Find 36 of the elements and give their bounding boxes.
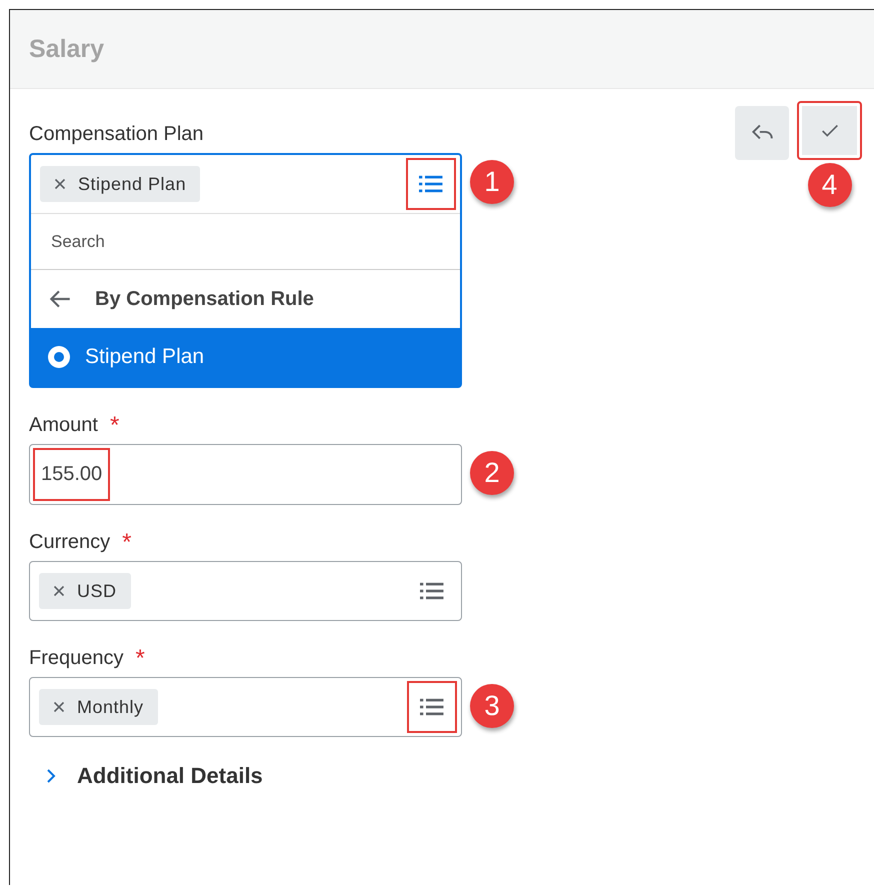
chip-label: Stipend Plan — [78, 174, 186, 194]
field-label: Amount — [29, 414, 98, 437]
select-field[interactable]: USD — [29, 561, 462, 621]
list-button[interactable] — [406, 158, 456, 210]
save-button[interactable] — [797, 101, 862, 160]
list-icon — [419, 174, 443, 194]
remove-icon[interactable] — [54, 178, 66, 190]
callout-badge: 4 — [808, 163, 852, 207]
required-mark: * — [122, 531, 132, 555]
chip-label: USD — [77, 580, 117, 602]
list-icon — [420, 697, 444, 717]
select-field[interactable]: Monthly — [29, 677, 462, 737]
remove-icon[interactable] — [53, 585, 65, 597]
field-label: Currency — [29, 531, 110, 554]
callout-badge: 2 — [470, 451, 514, 495]
list-icon — [420, 581, 444, 601]
field-label: Frequency — [29, 647, 124, 670]
amount-field[interactable]: 155.00 — [29, 444, 462, 505]
field-value: 155.00 — [33, 448, 110, 501]
callout-badge: 1 — [470, 160, 514, 204]
remove-icon[interactable] — [53, 701, 65, 713]
field-label: Compensation Plan — [29, 123, 204, 146]
required-mark: * — [136, 647, 145, 671]
menu-option[interactable]: Stipend Plan — [31, 328, 460, 386]
page-title: Salary — [29, 34, 104, 64]
chevron-icon[interactable] — [45, 768, 57, 784]
chip-label: Monthly — [77, 696, 144, 718]
radio-icon — [47, 345, 71, 369]
select-field[interactable]: Stipend Plan Search By Compensation Rule Stipend Plan — [29, 153, 462, 388]
section-title[interactable]: Additional Details — [77, 763, 263, 789]
search-field[interactable]: Search — [31, 213, 460, 270]
undo-button[interactable] — [735, 106, 789, 160]
callout-badge: 3 — [470, 684, 514, 728]
list-button[interactable] — [407, 681, 457, 733]
required-mark: * — [110, 414, 120, 438]
menu-option[interactable]: By Compensation Rule — [31, 270, 460, 328]
